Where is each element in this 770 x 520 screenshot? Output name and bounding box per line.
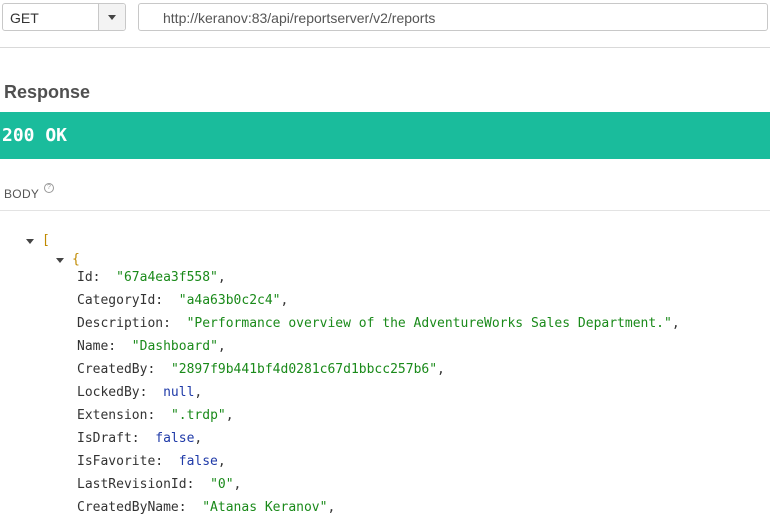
json-value: null [163, 385, 195, 400]
json-value: false [155, 431, 195, 446]
json-key: IsDraft: [77, 431, 140, 446]
help-icon[interactable]: ? [44, 183, 54, 193]
json-row: CreatedByName: "Atanas Keranov", [77, 500, 335, 515]
method-value: GET [10, 10, 39, 26]
json-key: Name: [77, 339, 117, 354]
json-value: ".trdp" [170, 408, 226, 423]
json-row: Name: "Dashboard", [77, 339, 226, 354]
json-key: IsFavorite: [77, 454, 164, 469]
json-comma: , [280, 293, 289, 308]
json-row: Extension: ".trdp", [77, 408, 234, 423]
json-value: "Atanas Keranov" [202, 500, 328, 515]
json-comma: , [217, 454, 226, 469]
body-label: BODY [4, 187, 40, 201]
url-value: http://keranov:83/api/reportserver/v2/re… [163, 10, 436, 26]
json-value: "2897f9b441bf4d0281c67d1bbcc257b6" [170, 362, 438, 377]
json-key: Extension: [77, 408, 156, 423]
json-value: "Dashboard" [131, 339, 218, 354]
collapse-array-icon[interactable] [26, 239, 34, 244]
json-comma: , [194, 385, 203, 400]
json-comma: , [437, 362, 445, 377]
status-text: 200 OK [2, 125, 68, 146]
array-open-bracket: [ [42, 233, 50, 248]
json-comma: , [194, 431, 203, 446]
json-row: Description: "Performance overview of th… [77, 316, 680, 331]
json-key: Description: [77, 316, 171, 331]
request-bar: GET http://keranov:83/api/reportserver/v… [0, 0, 770, 48]
json-key: CategoryId: [77, 293, 164, 308]
url-input[interactable]: http://keranov:83/api/reportserver/v2/re… [138, 3, 768, 31]
json-value: "67a4ea3f558" [116, 270, 218, 285]
object-open-brace: { [72, 252, 80, 267]
divider [0, 210, 770, 211]
json-row: LockedBy: null, [77, 385, 202, 400]
json-row: LastRevisionId: "0", [77, 477, 241, 492]
json-comma: , [671, 316, 680, 331]
json-row: Id: "67a4ea3f558", [77, 270, 226, 285]
json-value: "a4a63b0c2c4" [178, 293, 281, 308]
json-key: Id: [77, 270, 101, 285]
json-key: CreatedByName: [77, 500, 187, 515]
json-key: LastRevisionId: [77, 477, 195, 492]
json-comma: , [327, 500, 336, 515]
json-value: false [178, 454, 218, 469]
json-key: LockedBy: [77, 385, 148, 400]
json-comma: , [225, 408, 234, 423]
json-key: CreatedBy: [77, 362, 156, 377]
json-row: IsFavorite: false, [77, 454, 226, 469]
response-title: Response [4, 82, 91, 102]
json-value: "Performance overview of the AdventureWo… [186, 316, 672, 331]
json-comma: , [217, 339, 226, 354]
json-row: CategoryId: "a4a63b0c2c4", [77, 293, 288, 308]
json-comma: , [233, 477, 242, 492]
collapse-object-icon[interactable] [56, 258, 64, 263]
json-comma: , [217, 270, 226, 285]
chevron-down-icon[interactable] [98, 4, 125, 30]
json-row: IsDraft: false, [77, 431, 202, 446]
json-row: CreatedBy: "2897f9b441bf4d0281c67d1bbcc2… [77, 362, 445, 377]
method-select[interactable]: GET [2, 3, 126, 31]
status-bar: 200 OK [0, 112, 770, 159]
json-value: "0" [210, 477, 234, 492]
